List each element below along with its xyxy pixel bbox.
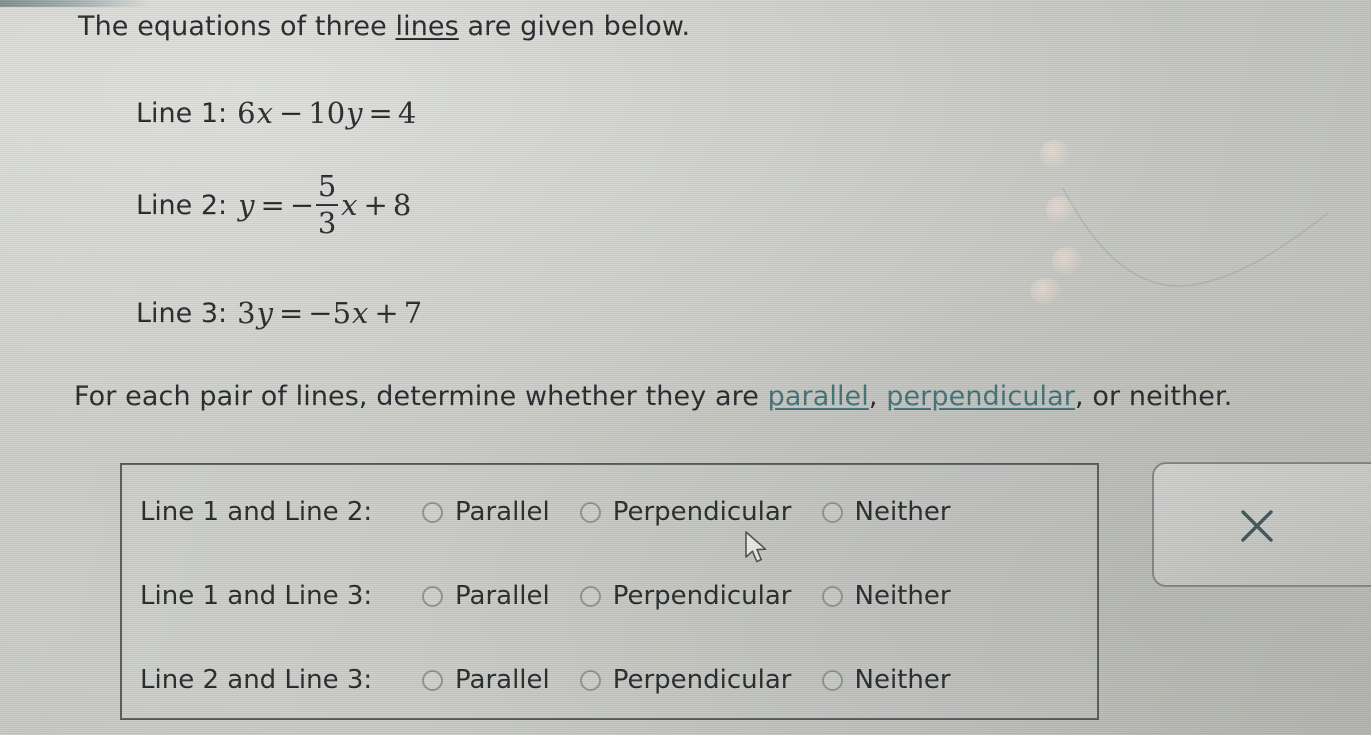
radio-choice-line1-line2-parallel[interactable]: Parallel <box>422 497 578 527</box>
intro-text-after: are given below. <box>458 11 691 42</box>
radio-button-icon[interactable] <box>579 501 601 523</box>
line-1-var-y: y <box>346 96 363 130</box>
line-1-label: Line 1: <box>136 97 228 129</box>
line-1-equation: 6 x −10 y = 4 <box>237 96 416 130</box>
lines-link[interactable]: lines <box>396 11 459 42</box>
line-2-denominator: 3 <box>317 206 337 240</box>
line-3-constant: 7 <box>403 296 423 330</box>
radio-button-icon[interactable] <box>422 585 443 607</box>
instruction-sentence: For each pair of lines, determine whethe… <box>74 381 1232 412</box>
answer-row-line1-line3: Line 1 and Line 3: Parallel Perpendicula… <box>140 581 953 611</box>
intro-sentence: The equations of three lines are given b… <box>78 11 690 42</box>
instruction-text-3: , or neither. <box>1075 381 1233 412</box>
line-1-constant: 4 <box>397 96 417 130</box>
choice-label-perpendicular[interactable]: Perpendicular <box>613 665 820 695</box>
line-2-equals: = <box>260 188 285 222</box>
equation-line-1: Line 1: 6 x −10 y = 4 <box>136 96 416 130</box>
line-2-constant: 8 <box>392 188 412 222</box>
perpendicular-link[interactable]: perpendicular <box>886 381 1075 412</box>
line-2-fraction: 5 3 <box>316 169 339 240</box>
intro-text-before: The equations of three <box>78 11 396 42</box>
line-3-var-y: y <box>256 296 273 330</box>
line-1-coeff-a: 6 <box>237 96 256 130</box>
mouse-cursor-icon <box>745 531 767 563</box>
line-2-plus: + <box>363 188 388 222</box>
answer-row-line2-line3: Line 2 and Line 3: Parallel Perpendicula… <box>140 665 953 695</box>
line-2-numerator: 5 <box>317 169 337 203</box>
choice-label-parallel[interactable]: Parallel <box>455 581 578 611</box>
radio-choice-line1-line2-perpendicular[interactable]: Perpendicular <box>579 497 820 527</box>
row-label-line1-line3: Line 1 and Line 3: <box>140 581 373 611</box>
parallel-link[interactable]: parallel <box>768 381 869 412</box>
radio-button-icon[interactable] <box>821 501 843 523</box>
line-2-label: Line 2: <box>136 189 228 221</box>
radio-choice-line2-line3-parallel[interactable]: Parallel <box>422 665 578 695</box>
line-1-coeff-b: 10 <box>308 96 346 130</box>
line-3-label: Line 3: <box>136 297 228 329</box>
line-3-minus: − <box>308 296 333 330</box>
radio-choice-line1-line3-perpendicular[interactable]: Perpendicular <box>579 581 820 611</box>
line-3-plus: + <box>374 296 399 330</box>
line-3-coeff-b: 5 <box>332 296 352 330</box>
radio-choice-line2-line3-neither[interactable]: Neither <box>821 665 951 695</box>
choice-label-parallel[interactable]: Parallel <box>455 665 578 695</box>
radio-choice-line1-line2-neither[interactable]: Neither <box>821 497 951 527</box>
line-2-var-y: y <box>238 188 255 222</box>
close-icon[interactable] <box>1238 507 1276 545</box>
screen-top-edge-artifact <box>0 0 150 7</box>
radio-button-icon[interactable] <box>422 501 443 523</box>
radio-choice-line1-line3-neither[interactable]: Neither <box>821 581 951 611</box>
choice-label-perpendicular[interactable]: Perpendicular <box>613 497 820 527</box>
line-1-equals: = <box>368 96 393 130</box>
choice-label-neither[interactable]: Neither <box>855 665 951 695</box>
equation-line-3: Line 3: 3 y = −5 x +7 <box>136 296 422 330</box>
line-3-coeff-a: 3 <box>237 296 256 330</box>
answer-box: Line 1 and Line 2: Parallel Perpendicula… <box>120 463 1099 720</box>
radio-button-icon[interactable] <box>422 669 443 691</box>
line-3-equals: = <box>278 296 304 330</box>
instruction-text-2: , <box>868 381 887 412</box>
line-2-minus: − <box>289 188 315 222</box>
answer-row-line1-line2: Line 1 and Line 2: Parallel Perpendicula… <box>140 497 953 527</box>
line-1-var-x: x <box>256 96 273 130</box>
line-3-equation: 3 y = −5 x +7 <box>237 296 422 330</box>
choice-label-parallel[interactable]: Parallel <box>455 497 578 527</box>
choice-label-neither[interactable]: Neither <box>855 497 951 527</box>
line-2-var-x: x <box>341 188 358 222</box>
radio-button-icon[interactable] <box>579 669 601 691</box>
radio-button-icon[interactable] <box>821 585 843 607</box>
line-1-minus: − <box>278 96 304 130</box>
radio-button-icon[interactable] <box>579 585 601 607</box>
equation-line-2: Line 2: y = − 5 3 x +8 <box>136 172 411 238</box>
radio-choice-line1-line3-parallel[interactable]: Parallel <box>422 581 578 611</box>
choice-label-perpendicular[interactable]: Perpendicular <box>613 581 820 611</box>
row-label-line1-line2: Line 1 and Line 2: <box>140 497 373 527</box>
line-3-var-x: x <box>352 296 369 330</box>
radio-choice-line2-line3-perpendicular[interactable]: Perpendicular <box>579 665 820 695</box>
choice-label-neither[interactable]: Neither <box>855 581 951 611</box>
radio-button-icon[interactable] <box>821 669 843 691</box>
instruction-text-1: For each pair of lines, determine whethe… <box>74 381 768 412</box>
row-label-line2-line3: Line 2 and Line 3: <box>140 665 373 695</box>
line-2-equation: y = − 5 3 x +8 <box>237 172 411 238</box>
